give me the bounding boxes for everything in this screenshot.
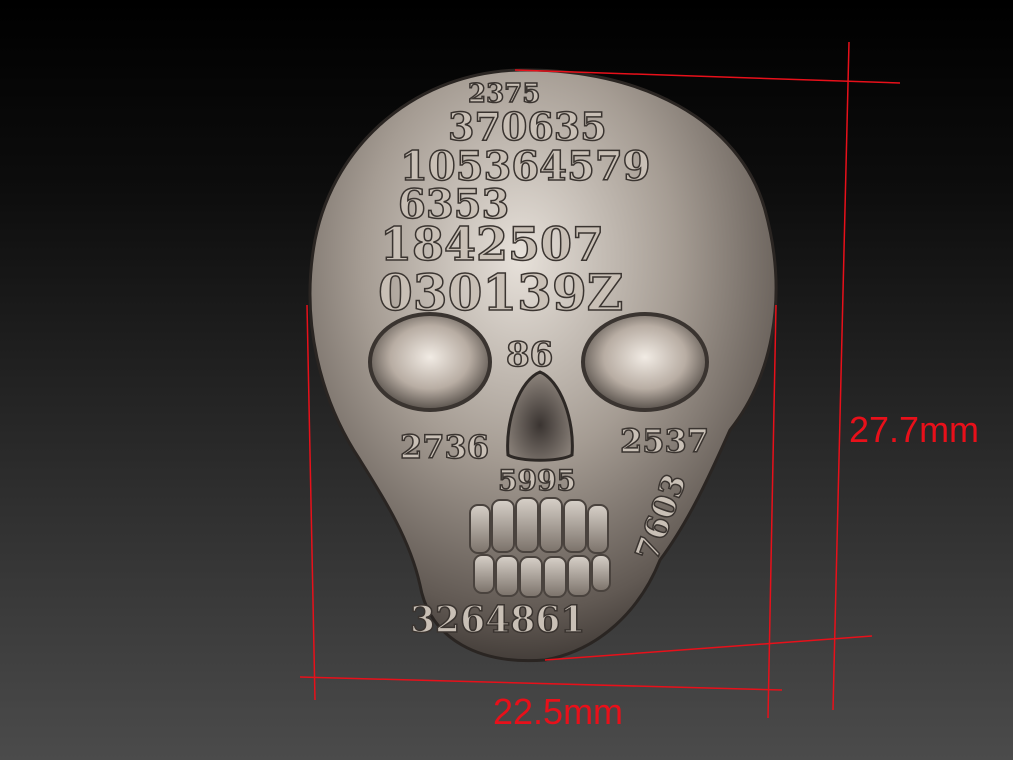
digits-nose: 86 xyxy=(506,335,553,375)
width-right-extension xyxy=(767,304,777,719)
height-dimension-line xyxy=(832,41,850,711)
eye-socket-left xyxy=(368,312,492,412)
digits-upper-lip: 5995 xyxy=(498,464,576,497)
eye-socket-right xyxy=(581,312,709,412)
digits-row-6: 030139Z xyxy=(378,263,623,322)
digits-cheek-left: 2736 xyxy=(400,428,489,466)
digits-cheek-right: 2537 xyxy=(620,422,709,460)
digits-chin: 3264861 xyxy=(410,599,585,641)
height-dimension-label: 27.7mm xyxy=(849,409,980,450)
width-dimension-label: 22.5mm xyxy=(493,691,624,732)
width-dimension-line xyxy=(299,676,783,691)
width-left-extension xyxy=(306,304,316,701)
skull-render: 2375 370635 105364579 6353 1842507 03013… xyxy=(299,41,901,719)
